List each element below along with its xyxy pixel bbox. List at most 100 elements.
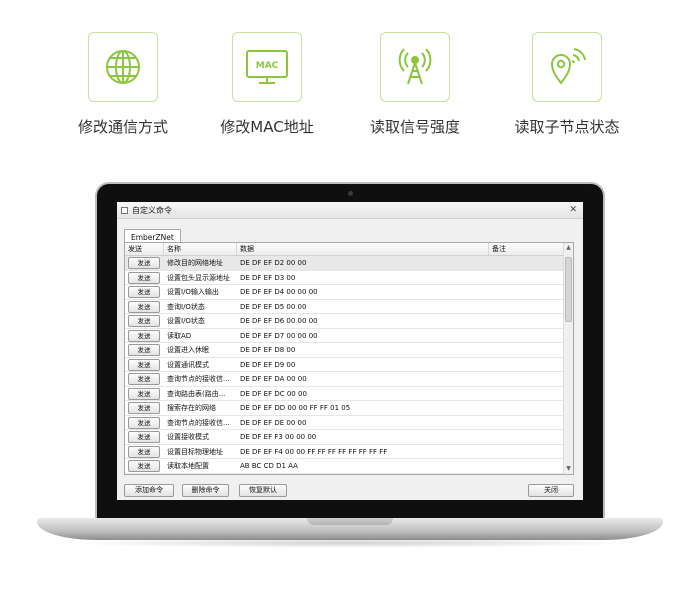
table-row[interactable]: 发送 搜索存在的网络 DE DF EF DD 00 00 FF FF 01 05 (125, 401, 573, 416)
table-row[interactable]: 发送 修改目的网络地址 DE DF EF D2 00 00 (125, 256, 573, 271)
table-row[interactable]: 发送 设置通讯模式 DE DF EF D9 00 (125, 358, 573, 372)
send-button[interactable]: 发送 (128, 431, 160, 443)
app-icon (121, 206, 128, 214)
command-note (489, 358, 564, 372)
column-header-send: 发送 (125, 243, 164, 255)
table-row[interactable]: 发送 设置进入休眠 DE DF EF D8 00 (125, 343, 573, 358)
command-note (489, 329, 564, 343)
table-row[interactable]: 发送 查询路由表(路由... DE DF EF DC 00 00 (125, 387, 573, 401)
send-button[interactable]: 发送 (128, 286, 160, 298)
send-button[interactable]: 发送 (128, 387, 160, 400)
send-button[interactable]: 发送 (128, 445, 160, 458)
table-row[interactable]: 发送 设置I/O输入输出 DE DF EF D4 00 00 00 (125, 285, 573, 300)
signal-tower-icon (380, 32, 450, 102)
scroll-thumb[interactable] (565, 257, 572, 322)
command-data: DE DF EF DD 00 00 FF FF 01 05 (240, 404, 351, 412)
scroll-down-icon[interactable]: ▼ (564, 464, 573, 474)
command-note (489, 401, 564, 415)
send-cell: 发送 (125, 387, 164, 401)
camera-dot (348, 191, 353, 196)
send-cell: 发送 (125, 372, 164, 386)
command-name: 搜索存在的网络 (167, 404, 216, 412)
send-cell: 发送 (125, 445, 164, 459)
command-data: DE DF EF DA 00 00 (240, 375, 307, 383)
command-name: 修改目的网络地址 (167, 259, 223, 267)
command-name: 设置目标物理地址 (167, 447, 223, 456)
command-data: DE DF EF D4 00 00 00 (240, 288, 318, 296)
laptop-lid: 自定义命令 ✕ EmberZNet 发送 名称 数据 备注 发送 修改目的网络地址… (95, 182, 605, 522)
send-cell: 发送 (125, 256, 164, 270)
laptop-shadow (60, 538, 640, 548)
command-name: 读取AD (167, 331, 192, 340)
command-data: DE DF EF F3 00 00 00 (240, 433, 317, 441)
command-data: DE DF EF F4 00 00 FF FF FF FF FF FF FF F… (240, 447, 388, 456)
send-cell: 发送 (125, 401, 164, 415)
command-name: 查询路由表(路由... (167, 389, 226, 398)
send-button[interactable]: 发送 (128, 460, 160, 472)
table-row[interactable]: 发送 设置包头显示源地址 DE DF EF D3 00 (125, 271, 573, 285)
restore-default-button[interactable]: 恢复默认 (239, 484, 287, 497)
command-name: 查询节点的接收信... (167, 418, 230, 427)
delete-command-button[interactable]: 删除命令 (182, 484, 229, 497)
table-header: 发送 名称 数据 备注 (125, 243, 573, 256)
vertical-scrollbar[interactable]: ▲ ▼ (563, 243, 573, 474)
command-data: DE DF EF D6 00 00 00 (240, 317, 318, 325)
send-button[interactable]: 发送 (128, 358, 160, 371)
globe-icon (88, 32, 158, 102)
command-note (489, 300, 564, 314)
command-data: DE DF EF D5 00 00 (240, 302, 307, 311)
send-cell: 发送 (125, 416, 164, 430)
send-cell: 发送 (125, 329, 164, 343)
table-row[interactable]: 发送 设置目标物理地址 DE DF EF F4 00 00 FF FF FF FF … (125, 445, 573, 459)
command-note (489, 372, 564, 386)
laptop-base-notch (307, 518, 393, 525)
laptop-base (37, 518, 663, 540)
table-row[interactable]: 发送 查询节点的接收信... DE DF EF DA 00 00 (125, 372, 573, 387)
command-note (489, 430, 564, 444)
send-button[interactable]: 发送 (128, 271, 160, 284)
feature-label: 修改通信方式 (77, 118, 168, 136)
add-command-button[interactable]: 添加命令 (124, 484, 174, 497)
table-row[interactable]: 发送 设置I/O状态 DE DF EF D6 00 00 00 (125, 314, 573, 329)
scroll-up-icon[interactable]: ▲ (564, 243, 573, 253)
table-row[interactable]: 发送 读取本地配置 AB BC CD D1 AA (125, 459, 573, 474)
feature-mac-address: MAC 修改MAC地址 (192, 32, 342, 137)
command-note (489, 459, 564, 473)
send-button[interactable]: 发送 (128, 315, 160, 327)
feature-label: 读取信号强度 (369, 118, 460, 136)
mac-icon-text: MAC (256, 61, 279, 71)
send-button[interactable]: 发送 (128, 257, 160, 269)
command-name: 设置进入休眠 (167, 346, 209, 354)
send-button[interactable]: 发送 (128, 402, 160, 414)
command-data: DE DF EF D7 00 00 00 (240, 331, 318, 340)
send-button[interactable]: 发送 (128, 329, 160, 342)
command-note (489, 387, 564, 401)
send-button[interactable]: 发送 (128, 300, 160, 313)
command-data: AB BC CD D1 AA (240, 462, 298, 470)
column-header-name: 名称 (164, 243, 237, 255)
command-data: DE DF EF D2 00 00 (240, 259, 307, 267)
column-header-data: 数据 (237, 243, 489, 255)
table-row[interactable]: 发送 设置接收模式 DE DF EF F3 00 00 00 (125, 430, 573, 445)
window-close-icon[interactable]: ✕ (569, 205, 577, 215)
command-note (489, 256, 564, 270)
table-row[interactable]: 发送 查询I/O状态 DE DF EF D5 00 00 (125, 300, 573, 314)
send-button[interactable]: 发送 (128, 373, 160, 385)
send-button[interactable]: 发送 (128, 344, 160, 356)
close-button[interactable]: 关闭 (528, 484, 574, 497)
command-data: DE DF EF DE 00 00 (240, 418, 307, 427)
command-name: 查询I/O状态 (167, 302, 205, 311)
table-row[interactable]: 发送 读取AD DE DF EF D7 00 00 00 (125, 329, 573, 343)
feature-label: 读取子节点状态 (514, 118, 620, 136)
send-cell: 发送 (125, 343, 164, 357)
command-note (489, 285, 564, 299)
command-data: DE DF EF D9 00 (240, 360, 296, 369)
table-row[interactable]: 发送 查询节点的接收信... DE DF EF DE 00 00 (125, 416, 573, 430)
laptop-screen: 自定义命令 ✕ EmberZNet 发送 名称 数据 备注 发送 修改目的网络地址… (117, 202, 583, 500)
send-button[interactable]: 发送 (128, 416, 160, 429)
command-name: 读取本地配置 (167, 462, 209, 470)
tab-bar: EmberZNet (117, 225, 583, 245)
command-name: 设置包头显示源地址 (167, 273, 230, 282)
command-data: DE DF EF DC 00 00 (240, 389, 307, 398)
command-name: 设置I/O状态 (167, 317, 205, 325)
